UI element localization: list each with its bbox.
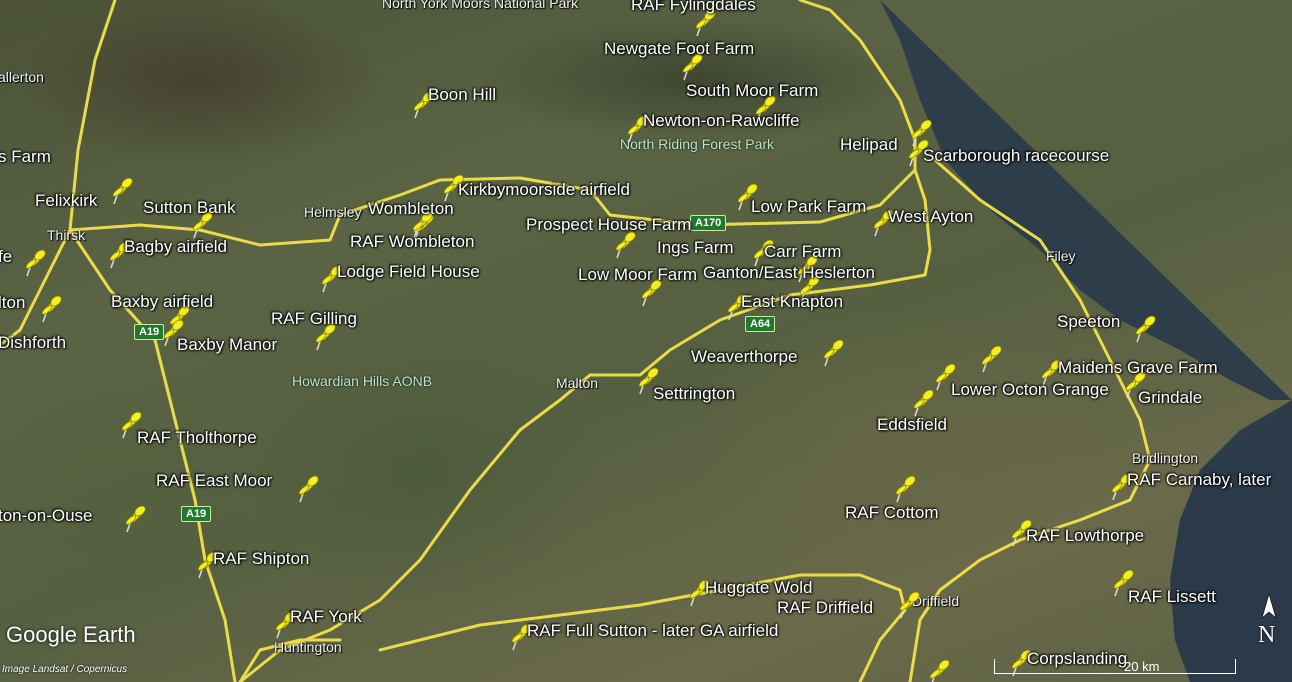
placemark-label[interactable]: Bagby airfield bbox=[124, 238, 227, 255]
placemark-label[interactable]: South Moor Farm bbox=[686, 82, 818, 99]
google-earth-logo: Google Earth bbox=[6, 622, 136, 647]
placemark-label[interactable]: Lodge Field House bbox=[337, 263, 480, 280]
placemark-label[interactable]: Huggate Wold bbox=[705, 579, 812, 596]
pushpin-icon[interactable] bbox=[109, 176, 135, 206]
placemark-label[interactable]: East Knapton bbox=[741, 293, 843, 310]
scale-bar-line bbox=[994, 659, 1236, 674]
pushpin-icon[interactable] bbox=[1132, 314, 1158, 344]
placemark-label[interactable]: Sutton Bank bbox=[143, 199, 236, 216]
placemark-label[interactable]: RAF Carnaby, later bbox=[1127, 471, 1271, 488]
place-label: Dishforth bbox=[0, 333, 67, 352]
placemark-label[interactable]: Kirkbymoorside airfield bbox=[458, 181, 630, 198]
placemark-label[interactable]: RAF Gilling bbox=[271, 310, 357, 327]
placemark-label[interactable]: RAF Shipton bbox=[213, 550, 309, 567]
placemark-label[interactable]: Low Park Farm bbox=[751, 198, 866, 215]
north-label: N bbox=[1258, 622, 1276, 648]
placemark-label[interactable]: RAF Cottom bbox=[845, 504, 939, 521]
placemark-label[interactable]: RAF York bbox=[290, 608, 362, 625]
placemark-label[interactable]: Felixkirk bbox=[35, 192, 97, 209]
pushpin-icon[interactable] bbox=[295, 474, 321, 504]
place-label: Helmsley bbox=[304, 204, 362, 220]
placemark-label[interactable]: Helipad bbox=[840, 136, 898, 153]
pushpin-icon[interactable] bbox=[22, 248, 48, 278]
placemark-label[interactable]: RAF Lissett bbox=[1128, 588, 1216, 605]
scale-label: 20 km bbox=[1124, 659, 1160, 674]
pushpin-icon[interactable] bbox=[978, 344, 1004, 374]
pushpin-icon[interactable] bbox=[820, 338, 846, 368]
placemark-label[interactable]: Maidens Grave Farm bbox=[1058, 359, 1218, 376]
placemark-label[interactable]: Wombleton bbox=[368, 200, 454, 217]
placemark-label[interactable]: Baxby Manor bbox=[177, 336, 277, 353]
placemark-label[interactable]: Eddsfield bbox=[877, 416, 947, 433]
placemark-label[interactable]: ton-on-Ouse bbox=[0, 507, 93, 524]
placemark-label[interactable]: Prospect House Farm bbox=[526, 216, 691, 233]
placemark-label[interactable]: RAF East Moor bbox=[156, 472, 272, 489]
placemark-label[interactable]: Scarborough racecourse bbox=[923, 147, 1109, 164]
place-label: Thirsk bbox=[47, 227, 86, 243]
imagery-credit: Image Landsat / Copernicus bbox=[2, 664, 128, 675]
placemark-label[interactable]: Low Moor Farm bbox=[578, 266, 697, 283]
pushpin-icon[interactable] bbox=[38, 294, 64, 324]
placemark-label[interactable]: Ings Farm bbox=[657, 239, 734, 256]
pushpin-icon[interactable] bbox=[896, 590, 922, 620]
placemark-label[interactable]: Settrington bbox=[653, 385, 735, 402]
place-label: fe bbox=[0, 247, 13, 266]
compass[interactable]: N bbox=[1254, 592, 1284, 652]
place-label: s Farm bbox=[0, 147, 51, 166]
place-label: Filey bbox=[1046, 248, 1076, 264]
placemark-label[interactable]: West Ayton bbox=[888, 208, 973, 225]
place-label: Bridlington bbox=[1132, 450, 1199, 466]
scale-bar: 20 km bbox=[994, 658, 1290, 680]
placemark-label[interactable]: Newton-on-Rawcliffe bbox=[643, 112, 800, 129]
placemark-label[interactable]: RAF Lowthorpe bbox=[1026, 527, 1144, 544]
pushpin-icon[interactable] bbox=[892, 474, 918, 504]
park-label: Howardian Hills AONB bbox=[292, 373, 433, 389]
placemark-label[interactable]: Carr Farm bbox=[764, 243, 841, 260]
placemark-label[interactable]: Lower Octon Grange bbox=[951, 381, 1109, 398]
place-label: allerton bbox=[0, 69, 44, 85]
place-label: Malton bbox=[556, 375, 599, 391]
placemark-label[interactable]: Newgate Foot Farm bbox=[604, 40, 754, 57]
placemark-label[interactable]: Grindale bbox=[1138, 389, 1202, 406]
place-label: lton bbox=[0, 293, 26, 312]
road-shield-a19: A19 bbox=[181, 506, 212, 522]
placemark-label[interactable]: RAF Driffield bbox=[777, 599, 873, 616]
pushpin-icon[interactable] bbox=[122, 504, 148, 534]
pushpin-icon[interactable] bbox=[910, 388, 936, 418]
road-shield-a170: A170 bbox=[690, 215, 727, 231]
place-label: Huntington bbox=[274, 639, 342, 655]
placemark-label[interactable]: Baxby airfield bbox=[111, 293, 213, 310]
placemark-label[interactable]: Speeton bbox=[1057, 313, 1120, 330]
placemark-label[interactable]: RAF Fylingdales bbox=[631, 0, 756, 13]
placemark-label[interactable]: RAF Wombleton bbox=[350, 233, 474, 250]
placemark-label[interactable]: Ganton/East Heslerton bbox=[703, 264, 875, 281]
placemark-label[interactable]: Weaverthorpe bbox=[691, 348, 797, 365]
north-arrow-icon bbox=[1261, 592, 1277, 619]
pushpin-icon[interactable] bbox=[926, 658, 952, 682]
placemark-label[interactable]: Boon Hill bbox=[428, 86, 496, 103]
place-label: North York Moors National Park bbox=[382, 0, 579, 11]
placemark-label[interactable]: RAF Full Sutton - later GA airfield bbox=[527, 622, 778, 639]
satellite-map[interactable]: A19 A19 A64 A170 North York Moors Nation… bbox=[0, 0, 1292, 682]
pushpin-icon[interactable] bbox=[612, 230, 638, 260]
placemark-label[interactable]: RAF Tholthorpe bbox=[137, 429, 257, 446]
